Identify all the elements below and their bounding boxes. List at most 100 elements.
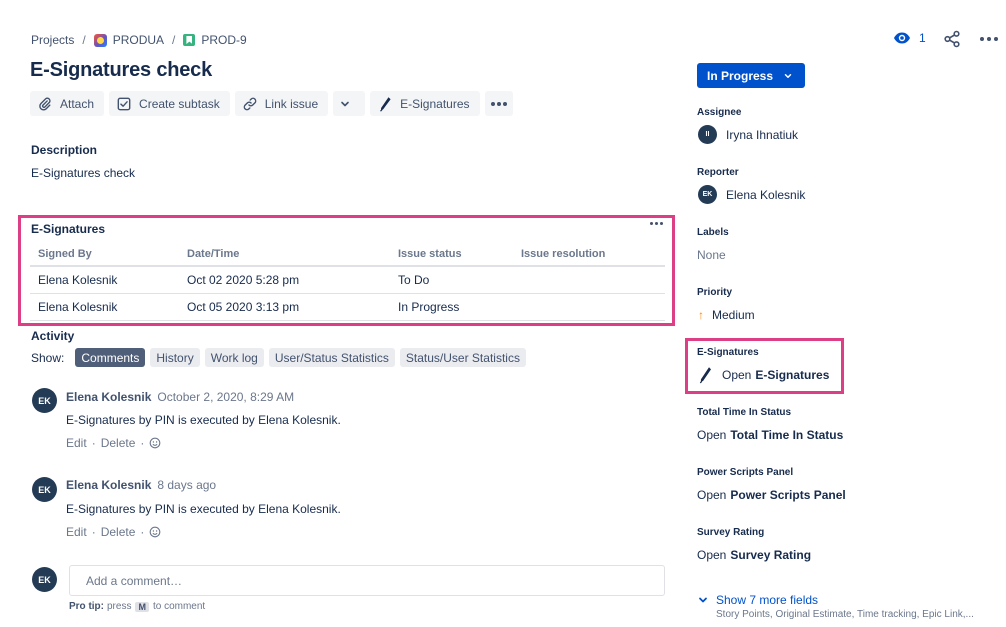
more-options-button[interactable] xyxy=(980,37,998,41)
pro-tip-label: Pro tip: xyxy=(69,601,104,612)
cell-signed-by: Elena Kolesnik xyxy=(30,266,179,294)
comment-edit-link[interactable]: Edit xyxy=(66,436,87,450)
project-icon xyxy=(93,33,107,47)
comment-timestamp[interactable]: October 2, 2020, 8:29 AM xyxy=(157,390,294,404)
open-survey-rating-link[interactable]: Open Survey Rating xyxy=(697,548,811,562)
reaction-smiley-icon[interactable] xyxy=(149,526,161,538)
open-prefix: Open xyxy=(697,428,727,442)
open-prefix: Open xyxy=(697,548,727,562)
esignatures-panel-more-button[interactable] xyxy=(650,222,663,225)
keyboard-shortcut-key: M xyxy=(135,601,149,612)
cell-signed-by: Elena Kolesnik xyxy=(30,293,179,321)
comment-timestamp[interactable]: 8 days ago xyxy=(157,478,216,492)
breadcrumb-project-link[interactable]: PRODUA xyxy=(113,33,164,47)
bullet-separator: · xyxy=(91,525,96,539)
esignatures-table: Signed By Date/Time Issue status Issue r… xyxy=(30,243,665,321)
comment-delete-link[interactable]: Delete xyxy=(101,436,136,450)
current-user-avatar: EK xyxy=(32,567,57,592)
open-power-scripts-link[interactable]: Open Power Scripts Panel xyxy=(697,488,846,502)
issue-toolbar: Attach Create subtask Link issue E-Signa… xyxy=(30,91,513,116)
tab-work-log[interactable]: Work log xyxy=(204,348,264,367)
hidden-fields-summary: Story Points, Original Estimate, Time tr… xyxy=(716,609,974,620)
description-text[interactable]: E-Signatures check xyxy=(31,166,135,180)
comment-author[interactable]: Elena Kolesnik xyxy=(66,390,151,404)
esignatures-label: E-Signatures xyxy=(697,347,759,358)
more-actions-button[interactable] xyxy=(484,91,513,116)
description-heading: Description xyxy=(31,143,98,157)
attach-label: Attach xyxy=(60,96,95,111)
esignatures-button[interactable]: E-Signatures xyxy=(370,91,480,116)
subtask-icon xyxy=(117,97,131,110)
create-subtask-button[interactable]: Create subtask xyxy=(109,91,230,116)
priority-medium-icon: ↑ xyxy=(698,308,704,322)
bullet-separator: · xyxy=(140,436,145,450)
esignatures-panel-title: E-Signatures xyxy=(31,222,106,236)
pro-tip-text: to comment xyxy=(152,601,206,612)
column-header-issue-resolution: Issue resolution xyxy=(513,243,665,267)
comment-edit-link[interactable]: Edit xyxy=(66,525,87,539)
show-label: Show: xyxy=(31,350,65,365)
watchers-count: 1 xyxy=(919,31,926,45)
breadcrumb-separator: / xyxy=(172,33,176,47)
assignee-field[interactable]: II Iryna Ihnatiuk xyxy=(698,125,798,144)
pen-icon xyxy=(380,96,391,112)
comment-header: Elena Kolesnik 8 days ago xyxy=(66,478,216,492)
attach-button[interactable]: Attach xyxy=(30,91,105,116)
cell-issue-status: To Do xyxy=(390,266,513,294)
tab-user-status-statistics[interactable]: User/Status Statistics xyxy=(268,348,395,367)
add-comment-input[interactable]: Add a comment… xyxy=(69,565,665,596)
comment-delete-link[interactable]: Delete xyxy=(101,525,136,539)
avatar[interactable]: EK xyxy=(32,388,57,413)
survey-rating-link-text: Survey Rating xyxy=(730,548,812,562)
assignee-label: Assignee xyxy=(697,107,742,118)
activity-filter-bar: Show: Comments History Work log User/Sta… xyxy=(31,348,526,367)
priority-field[interactable]: ↑ Medium xyxy=(698,308,755,322)
power-scripts-label: Power Scripts Panel xyxy=(697,467,794,478)
reporter-field[interactable]: EK Elena Kolesnik xyxy=(698,185,805,204)
status-dropdown-button[interactable]: In Progress xyxy=(697,63,805,88)
tab-comments[interactable]: Comments xyxy=(75,348,146,367)
esignatures-link-text: E-Signatures xyxy=(755,368,830,382)
tab-status-user-statistics[interactable]: Status/User Statistics xyxy=(399,348,526,367)
open-prefix: Open xyxy=(722,368,752,382)
share-icon[interactable] xyxy=(943,30,961,48)
watch-button[interactable]: 1 xyxy=(893,31,926,45)
reporter-name: Elena Kolesnik xyxy=(726,187,806,202)
avatar[interactable]: EK xyxy=(32,477,57,502)
comment-body: E-Signatures by PIN is executed by Elena… xyxy=(66,502,341,516)
avatar: II xyxy=(698,125,717,144)
link-issue-dropdown[interactable] xyxy=(333,91,366,116)
comment-actions: Edit · Delete · xyxy=(66,436,161,450)
pro-tip-text: press xyxy=(107,601,132,612)
open-esignatures-link[interactable]: Open E-Signatures xyxy=(698,366,829,384)
page-title[interactable]: E-Signatures check xyxy=(30,59,212,82)
open-prefix: Open xyxy=(697,488,727,502)
labels-label: Labels xyxy=(697,227,729,238)
priority-label: Priority xyxy=(697,287,733,298)
breadcrumb-separator: / xyxy=(82,33,86,47)
table-row: Elena Kolesnik Oct 02 2020 5:28 pm To Do xyxy=(30,266,665,294)
cell-issue-resolution xyxy=(513,293,665,321)
comment-body: E-Signatures by PIN is executed by Elena… xyxy=(66,413,341,427)
table-header-row: Signed By Date/Time Issue status Issue r… xyxy=(30,243,665,267)
labels-field[interactable]: None xyxy=(697,248,726,262)
pen-icon xyxy=(699,367,711,384)
breadcrumb-issue-link[interactable]: PROD-9 xyxy=(201,33,246,47)
breadcrumb-projects-link[interactable]: Projects xyxy=(31,33,74,47)
survey-rating-label: Survey Rating xyxy=(697,527,765,538)
reaction-smiley-icon[interactable] xyxy=(149,437,161,449)
table-row: Elena Kolesnik Oct 05 2020 3:13 pm In Pr… xyxy=(30,293,665,321)
more-icon xyxy=(650,222,653,225)
reporter-label: Reporter xyxy=(697,167,739,178)
comment-author[interactable]: Elena Kolesnik xyxy=(66,478,151,492)
paperclip-icon xyxy=(39,97,51,110)
tab-history[interactable]: History xyxy=(150,348,200,367)
link-issue-label: Link issue xyxy=(264,96,319,111)
avatar: EK xyxy=(698,185,717,204)
cell-issue-resolution xyxy=(513,266,665,294)
open-total-time-link[interactable]: Open Total Time In Status xyxy=(697,428,843,442)
more-icon xyxy=(490,101,495,106)
link-issue-button[interactable]: Link issue xyxy=(234,91,329,116)
show-more-fields-button[interactable]: Show 7 more fields xyxy=(697,593,818,607)
cell-date-time: Oct 02 2020 5:28 pm xyxy=(179,266,390,294)
